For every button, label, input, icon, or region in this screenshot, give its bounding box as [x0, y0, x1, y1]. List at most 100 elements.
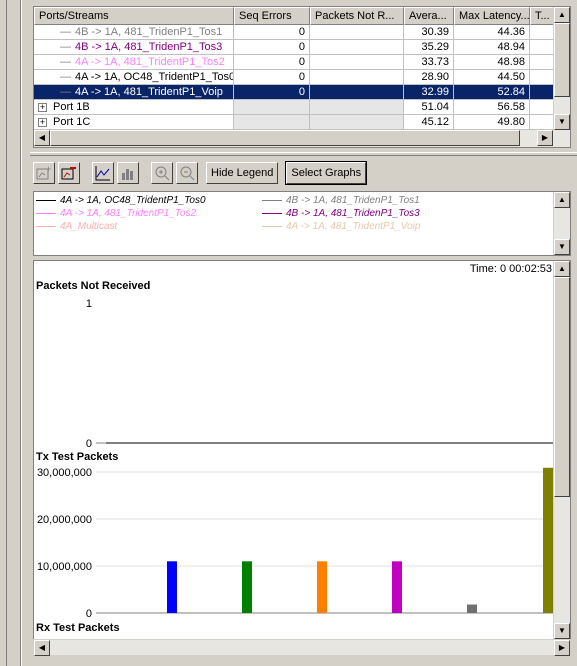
legend-swatch-icon [262, 212, 282, 214]
tree-connector-icon: — [60, 56, 71, 68]
cell-avg: 51.04 [404, 100, 454, 115]
cell-seq [234, 100, 310, 115]
cell-max: 48.94 [454, 40, 530, 55]
scroll-left-arrow-icon[interactable]: ◀ [34, 130, 50, 146]
select-graphs-button[interactable]: Select Graphs [285, 161, 368, 185]
cell-pnr [310, 55, 404, 70]
column-header-t[interactable]: T... [530, 7, 554, 25]
horizontal-scrollbar-thumb[interactable] [50, 130, 520, 146]
column-header-max-latency[interactable]: Max Latency... [454, 7, 530, 25]
legend-scrollbar[interactable]: ▲ ▼ [553, 192, 570, 255]
bar [317, 561, 327, 613]
remove-graph-button[interactable] [58, 162, 80, 184]
expand-icon[interactable]: + [38, 117, 47, 127]
row-name-cell: + Port 1B [34, 100, 234, 115]
y-tick-label: 0 [86, 438, 92, 450]
hide-legend-button[interactable]: Hide Legend [206, 162, 279, 184]
bar-chart-icon [122, 169, 133, 180]
legend-item[interactable]: 4B -> 1A, 481_TridenP1_Tos3 [262, 207, 522, 219]
graphs-vertical-scrollbar[interactable]: ▲ ▼ [553, 261, 570, 639]
table-row[interactable]: + Port 1C 45.12 49.80 [34, 115, 554, 130]
y-tick-label: 30,000,000 [37, 467, 92, 479]
legend-label: 4A -> 1A, 481_TridentP1_Tos2 [60, 207, 197, 219]
legend-swatch-icon [36, 212, 56, 214]
cell-t [530, 40, 554, 55]
bar-chart-button[interactable] [117, 162, 139, 184]
cell-avg: 28.90 [404, 70, 454, 85]
row-name-cell: + Port 1C [34, 115, 234, 130]
scroll-up-arrow-icon[interactable]: ▲ [554, 7, 570, 23]
legend-swatch-icon [36, 225, 56, 227]
scrollbar-thumb[interactable] [554, 23, 570, 97]
row-label: 4A -> 1A, 481_TridentP1_Voip [75, 86, 223, 98]
table-row[interactable]: — 4B -> 1A, 481_TridenP1_Tos1 0 30.39 44.36 [34, 25, 554, 40]
graphs-scrollbar-thumb[interactable] [554, 277, 570, 497]
add-graph-button[interactable]: + [33, 162, 55, 184]
cell-t [530, 115, 554, 130]
row-name-cell: — 4B -> 1A, 481_TridenP1_Tos1 [34, 25, 234, 40]
pane-splitter[interactable] [30, 152, 577, 156]
row-label: 4B -> 1A, 481_TridenP1_Tos1 [75, 26, 223, 38]
legend-item[interactable]: 4A -> 1A, OC48_TridentP1_Tos0 [36, 194, 262, 206]
graphs-scroll-up-icon[interactable]: ▲ [554, 261, 570, 277]
row-name-cell: — 4B -> 1A, 481_TridenP1_Tos3 [34, 40, 234, 55]
legend-label: 4A_Multicast [60, 220, 118, 232]
cell-max: 56.58 [454, 100, 530, 115]
row-name-cell: — 4A -> 1A, OC48_TridentP1_Tos0 [34, 70, 234, 85]
legend-label: 4A -> 1A, OC48_TridentP1_Tos0 [60, 194, 206, 206]
legend-scroll-down-icon[interactable]: ▼ [554, 239, 570, 255]
graphs-horizontal-scrollbar[interactable]: ◀ ▶ [33, 639, 571, 656]
chart-title: Tx Test Packets [36, 451, 118, 463]
grid-horizontal-scrollbar[interactable]: ◀ ▶ [34, 130, 570, 147]
cell-t [530, 25, 554, 40]
cell-seq: 0 [234, 40, 310, 55]
legend-label: 4B -> 1A, 481_TridenP1_Tos1 [286, 194, 420, 206]
grid-header: Ports/Streams Seq Errors Packets Not R..… [34, 7, 554, 25]
y-tick-label: 0 [86, 608, 92, 620]
table-row[interactable]: + Port 1B 51.04 56.58 [34, 100, 554, 115]
legend-item[interactable]: 4B -> 1A, 481_TridenP1_Tos1 [262, 194, 522, 206]
legend-label: 4A -> 1A, 481_TridentP1_Voip [286, 220, 421, 232]
graphs-scroll-down-icon[interactable]: ▼ [554, 623, 570, 639]
cell-avg: 32.99 [404, 85, 454, 100]
legend-item[interactable]: 4A_Multicast [36, 220, 262, 232]
window-frame [0, 0, 24, 666]
cell-t [530, 85, 554, 100]
cell-t [530, 100, 554, 115]
legend-scroll-up-icon[interactable]: ▲ [554, 192, 570, 208]
elapsed-time-label: Time: 0 00:02:53 [469, 263, 552, 275]
legend-item[interactable]: 4A -> 1A, 481_TridentP1_Tos2 [36, 207, 262, 219]
line-chart-icon [95, 166, 110, 181]
table-row[interactable]: — 4A -> 1A, OC48_TridentP1_Tos0 0 28.90 44.5… [34, 70, 554, 85]
cell-max: 44.50 [454, 70, 530, 85]
stream-statistics-grid[interactable]: Ports/Streams Seq Errors Packets Not R..… [33, 6, 571, 148]
row-label: 4A -> 1A, 481_TridentP1_Tos2 [75, 56, 225, 68]
graphs-scroll-left-icon[interactable]: ◀ [34, 640, 50, 656]
column-header-average-latency[interactable]: Avera... [404, 7, 454, 25]
table-row[interactable]: — 4A -> 1A, 481_TridentP1_Tos2 0 33.73 48.98 [34, 55, 554, 70]
legend-item[interactable]: 4A -> 1A, 481_TridentP1_Voip [262, 220, 522, 232]
column-header-ports-streams[interactable]: Ports/Streams [34, 7, 234, 25]
table-row[interactable]: — 4A -> 1A, 481_TridentP1_Voip 0 32.99 52.84 [34, 85, 554, 100]
zoom-out-button[interactable] [176, 162, 198, 184]
graphs-scroll-right-icon[interactable]: ▶ [554, 640, 570, 656]
cell-seq: 0 [234, 85, 310, 100]
remove-graph-icon [61, 167, 76, 180]
column-header-packets-not-received[interactable]: Packets Not R... [310, 7, 404, 25]
zoom-in-button[interactable] [151, 162, 173, 184]
line-chart-button[interactable] [92, 162, 114, 184]
table-row[interactable]: — 4B -> 1A, 481_TridenP1_Tos3 0 35.29 48.94 [34, 40, 554, 55]
scroll-down-arrow-icon[interactable]: ▼ [554, 114, 570, 130]
scroll-right-arrow-icon[interactable]: ▶ [537, 130, 553, 146]
zoom-in-icon [155, 166, 170, 181]
expand-icon[interactable]: + [38, 102, 47, 112]
cell-avg: 35.29 [404, 40, 454, 55]
column-header-seq-errors[interactable]: Seq Errors [234, 7, 310, 25]
cell-seq [234, 115, 310, 130]
bar [543, 467, 553, 613]
graphs-panel: Packets Not Received 1 0 Tx Test Packets 30,… [33, 260, 571, 640]
cell-seq: 0 [234, 55, 310, 70]
grid-vertical-scrollbar[interactable]: ▲ ▼ [553, 7, 570, 130]
bar [242, 561, 252, 613]
cell-max: 48.98 [454, 55, 530, 70]
